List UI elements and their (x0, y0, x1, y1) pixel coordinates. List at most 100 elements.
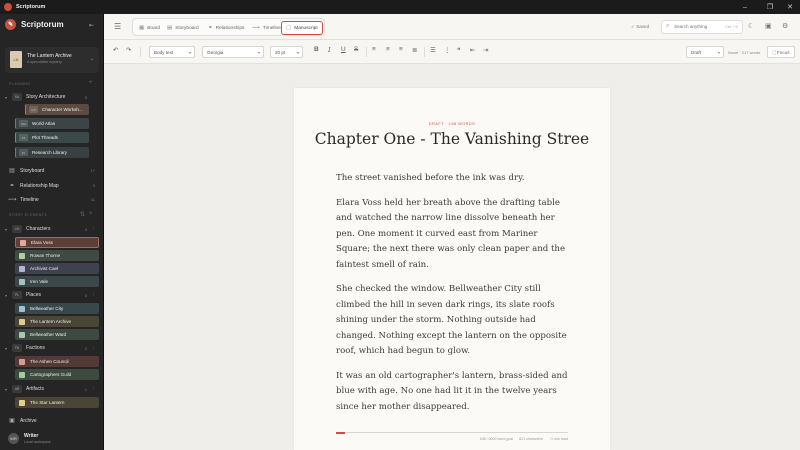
strikethrough-button[interactable]: S (354, 46, 358, 53)
app-icon (4, 3, 12, 11)
place-icon (19, 305, 25, 312)
tree-item-character-workshop[interactable]: CW Character Worksh... (25, 104, 89, 115)
tab-board[interactable]: ▦ Board (135, 21, 164, 35)
project-switcher[interactable]: LA The Lantern Archive A speculative mys… (5, 47, 99, 73)
element-item[interactable]: Rowan Thorne (15, 250, 99, 261)
element-item[interactable]: Iren Vale (15, 276, 99, 287)
paragraph[interactable]: It was an old cartographer's lantern, br… (336, 369, 574, 416)
paragraph[interactable]: Elara Voss held her breath above the dra… (336, 196, 574, 274)
more-icon[interactable]: ⋮ (92, 386, 97, 392)
nav-storyboard[interactable]: ▤ Storyboard 17 (5, 165, 99, 176)
paragraph[interactable]: She checked the window. Bellweather City… (336, 282, 574, 360)
view-tabs: ▦ Board ▤ Storyboard ⚭ Relationships ⟿ T… (132, 18, 325, 36)
sort-icon[interactable]: ⇅ (80, 211, 85, 218)
outdent-icon[interactable]: ⇤ (470, 46, 475, 54)
collapse-sidebar-icon[interactable]: ⇤ (89, 22, 94, 29)
tab-manuscript[interactable]: ▢ Manuscript (281, 21, 323, 35)
element-item[interactable]: Archivist Cael (15, 263, 99, 274)
more-icon[interactable]: ⋮ (92, 292, 97, 298)
element-item[interactable]: The Star Lantern (15, 397, 99, 408)
add-element-icon[interactable]: + (89, 211, 93, 217)
nav-relationship-map[interactable]: ⚭ Relationship Map 9 (5, 180, 99, 191)
numbered-list-icon[interactable]: ⋮ (444, 46, 451, 54)
element-item[interactable]: Bellweather Ward (15, 329, 99, 340)
user-profile[interactable]: WR Writer Local workspace (5, 430, 99, 446)
group-places[interactable]: ▾ PL Places 3 ⋮ (5, 290, 99, 300)
undo-icon[interactable]: ↶ (113, 46, 118, 54)
save-icon[interactable]: ▣ (765, 22, 772, 30)
chapter-title[interactable]: Chapter One - The Vanishing Stree (294, 130, 610, 148)
align-right-icon[interactable]: ≡ (399, 46, 403, 53)
artifact-icon (19, 399, 25, 406)
group-count: 2 (84, 345, 87, 351)
manuscript-body[interactable]: The street vanished before the ink was d… (336, 171, 574, 424)
align-left-icon[interactable]: ≡ (372, 46, 376, 53)
avatar: WR (8, 433, 19, 444)
more-icon[interactable]: ⋮ (92, 345, 97, 351)
font-size-value: 20 pt (275, 49, 286, 55)
chevron-down-icon: ⌄ (89, 56, 94, 62)
group-label: Story Architecture (26, 94, 66, 100)
minimize-button[interactable]: – (735, 0, 755, 14)
tree-item-research-library[interactable]: RL Research Library (15, 147, 89, 158)
paragraph[interactable]: The street vanished before the ink was d… (336, 171, 574, 187)
project-subtitle: A speculative mystery (27, 60, 62, 64)
tab-storyboard[interactable]: ▤ Storyboard (163, 21, 203, 35)
element-label: Elara Voss (31, 240, 53, 245)
element-item[interactable]: The Lantern Archive (15, 316, 99, 327)
underline-button[interactable]: U (341, 46, 346, 53)
maximize-button[interactable]: ❐ (760, 0, 780, 14)
group-characters[interactable]: ▾ CH Characters 4 ⋮ (5, 224, 99, 234)
document-stats: 198 / 5000 word goal 621 characters ~1 m… (480, 437, 568, 441)
element-item[interactable]: Bellweather City (15, 303, 99, 314)
nav-count: 17 (90, 168, 95, 173)
element-label: Bellweather City (30, 306, 64, 311)
search-input[interactable] (674, 24, 722, 29)
font-select[interactable]: Georgia ▾ (202, 46, 264, 58)
align-center-icon[interactable]: ≡ (386, 46, 390, 53)
tab-timeline[interactable]: ⟿ Timeline (248, 21, 285, 35)
group-label: Factions (26, 345, 45, 351)
bold-button[interactable]: B (314, 46, 319, 53)
redo-icon[interactable]: ↷ (126, 46, 131, 54)
quote-icon[interactable]: ❝ (457, 46, 461, 54)
nav-timeline[interactable]: ⟿ Timeline 11 (5, 194, 99, 205)
element-item[interactable]: Elara Voss (15, 237, 99, 248)
status-select[interactable]: Draft ▾ (686, 46, 724, 58)
group-factions[interactable]: ▾ FA Factions 2 ⋮ (5, 343, 99, 353)
tree-item-plot-threads[interactable]: PT Plot Threads (15, 132, 89, 143)
font-value: Georgia (207, 49, 224, 55)
nav-count: 9 (92, 183, 95, 188)
tab-label: Timeline (262, 25, 281, 31)
italic-button[interactable]: I (328, 46, 331, 54)
user-name: Writer (24, 433, 39, 439)
menu-icon[interactable]: ☰ (114, 22, 121, 31)
align-justify-icon[interactable]: ≣ (412, 46, 417, 54)
paragraph-style-select[interactable]: Body text ▾ (149, 46, 195, 58)
status-value: Draft (691, 49, 701, 55)
more-icon[interactable]: ⋮ (92, 226, 97, 232)
font-size-select[interactable]: 20 pt ▾ (270, 46, 303, 58)
settings-icon[interactable]: ⚙ (782, 22, 788, 30)
element-item[interactable]: The Ashen Council (15, 356, 99, 367)
group-abbr: PL (12, 291, 22, 299)
tab-relationships[interactable]: ⚭ Relationships (204, 21, 248, 35)
add-planning-icon[interactable]: + (89, 80, 93, 86)
search-shortcut: Ctrl + K (725, 25, 738, 29)
tree-item-world-atlas[interactable]: WA World Atlas (15, 118, 89, 129)
chevron-down-icon: ▾ (5, 94, 8, 100)
search-box[interactable]: ⌕ Ctrl + K (661, 20, 743, 34)
element-item[interactable]: Cartographers Guild (15, 369, 99, 380)
group-abbr: CH (12, 225, 22, 233)
character-count: 621 characters (519, 437, 543, 441)
group-story-architecture[interactable]: ▾ SA Story Architecture 5 (5, 92, 99, 102)
nav-archive[interactable]: ▣ Archive (5, 415, 99, 426)
bullet-list-icon[interactable]: ☰ (430, 46, 436, 54)
group-artifacts[interactable]: ▾ AR Artifacts 1 ⋮ (5, 384, 99, 394)
manuscript-page[interactable]: DRAFT · 198 WORDS Chapter One - The Vani… (294, 88, 610, 450)
indent-icon[interactable]: ⇥ (483, 46, 488, 54)
chevron-down-icon: ▾ (188, 50, 191, 55)
focus-button[interactable]: ⛶ Focus (767, 46, 795, 58)
close-button[interactable]: ✕ (780, 0, 800, 14)
theme-toggle-icon[interactable]: ☾ (748, 22, 754, 30)
